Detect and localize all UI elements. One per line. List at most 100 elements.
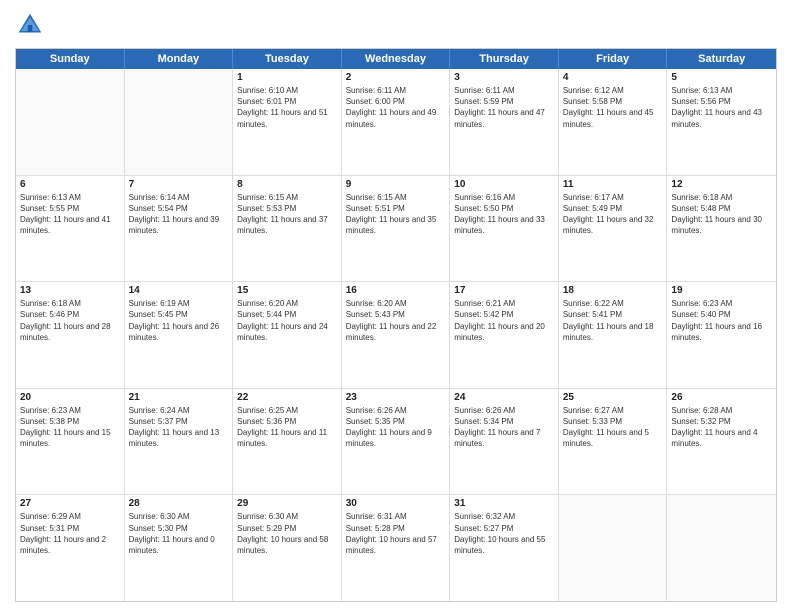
header [15, 10, 777, 40]
header-day-thursday: Thursday [450, 49, 559, 69]
day-cell-19: 19Sunrise: 6:23 AM Sunset: 5:40 PM Dayli… [667, 282, 776, 388]
day-detail: Sunrise: 6:31 AM Sunset: 5:28 PM Dayligh… [346, 511, 446, 556]
day-detail: Sunrise: 6:16 AM Sunset: 5:50 PM Dayligh… [454, 192, 554, 237]
day-detail: Sunrise: 6:32 AM Sunset: 5:27 PM Dayligh… [454, 511, 554, 556]
day-cell-7: 7Sunrise: 6:14 AM Sunset: 5:54 PM Daylig… [125, 176, 234, 282]
day-cell-5: 5 Sunrise: 6:13 AM Sunset: 5:56 PM Daylig… [667, 69, 776, 175]
day-number: 28 [129, 498, 229, 509]
day-number: 5 [671, 72, 772, 83]
day-cell-15: 15 Sunrise: 6:20 AM Sunset: 5:44 PM Dayli… [233, 282, 342, 388]
empty-cell [125, 69, 234, 175]
day-number: 16 [346, 285, 446, 296]
day-cell-8: 8 Sunrise: 6:15 AM Sunset: 5:53 PM Daylig… [233, 176, 342, 282]
day-cell-24: 24 Sunrise: 6:26 AM Sunset: 5:34 PM Dayli… [450, 389, 559, 495]
day-number: 15 [237, 285, 337, 296]
day-number: 6 [20, 179, 120, 190]
day-detail: Sunrise: 6:11 AM Sunset: 6:00 PM Dayligh… [346, 85, 446, 130]
empty-cell [559, 495, 668, 601]
day-number: 11 [563, 179, 663, 190]
day-number: 9 [346, 179, 446, 190]
day-detail: Sunrise: 6:15 AM Sunset: 5:53 PM Dayligh… [237, 192, 337, 237]
day-detail: Sunrise: 6:18 AM Sunset: 5:46 PM Dayligh… [20, 298, 120, 343]
day-detail: Sunrise: 6:20 AM Sunset: 5:43 PM Dayligh… [346, 298, 446, 343]
day-number: 17 [454, 285, 554, 296]
day-cell-21: 21 Sunrise: 6:24 AM Sunset: 5:37 PM Dayli… [125, 389, 234, 495]
day-detail: Sunrise: 6:13 AM Sunset: 5:56 PM Dayligh… [671, 85, 772, 130]
day-detail: Sunrise: 6:15 AM Sunset: 5:51 PM Dayligh… [346, 192, 446, 237]
day-number: 12 [671, 179, 772, 190]
day-detail: Sunrise: 6:22 AM Sunset: 5:41 PM Dayligh… [563, 298, 663, 343]
day-cell-27: 27Sunrise: 6:29 AM Sunset: 5:31 PM Dayli… [16, 495, 125, 601]
day-cell-20: 20 Sunrise: 6:23 AM Sunset: 5:38 PM Dayli… [16, 389, 125, 495]
day-number: 14 [129, 285, 229, 296]
day-cell-11: 11Sunrise: 6:17 AM Sunset: 5:49 PM Dayli… [559, 176, 668, 282]
day-cell-9: 9 Sunrise: 6:15 AM Sunset: 5:51 PM Daylig… [342, 176, 451, 282]
day-number: 7 [129, 179, 229, 190]
day-cell-25: 25 Sunrise: 6:27 AM Sunset: 5:33 PM Dayli… [559, 389, 668, 495]
calendar-week-4: 20 Sunrise: 6:23 AM Sunset: 5:38 PM Dayli… [16, 388, 776, 495]
day-detail: Sunrise: 6:24 AM Sunset: 5:37 PM Dayligh… [129, 405, 229, 450]
day-detail: Sunrise: 6:26 AM Sunset: 5:35 PM Dayligh… [346, 405, 446, 450]
calendar-week-2: 6 Sunrise: 6:13 AM Sunset: 5:55 PM Daylig… [16, 175, 776, 282]
day-detail: Sunrise: 6:13 AM Sunset: 5:55 PM Dayligh… [20, 192, 120, 237]
calendar: SundayMondayTuesdayWednesdayThursdayFrid… [15, 48, 777, 602]
logo [15, 10, 49, 40]
day-number: 3 [454, 72, 554, 83]
day-detail: Sunrise: 6:23 AM Sunset: 5:38 PM Dayligh… [20, 405, 120, 450]
empty-cell [667, 495, 776, 601]
day-cell-10: 10 Sunrise: 6:16 AM Sunset: 5:50 PM Dayli… [450, 176, 559, 282]
day-cell-14: 14 Sunrise: 6:19 AM Sunset: 5:45 PM Dayli… [125, 282, 234, 388]
day-detail: Sunrise: 6:23 AM Sunset: 5:40 PM Dayligh… [671, 298, 772, 343]
day-detail: Sunrise: 6:20 AM Sunset: 5:44 PM Dayligh… [237, 298, 337, 343]
day-cell-18: 18 Sunrise: 6:22 AM Sunset: 5:41 PM Dayli… [559, 282, 668, 388]
day-number: 26 [671, 392, 772, 403]
day-number: 1 [237, 72, 337, 83]
day-number: 24 [454, 392, 554, 403]
day-cell-1: 1 Sunrise: 6:10 AM Sunset: 6:01 PM Daylig… [233, 69, 342, 175]
day-number: 8 [237, 179, 337, 190]
day-cell-28: 28 Sunrise: 6:30 AM Sunset: 5:30 PM Dayli… [125, 495, 234, 601]
day-number: 25 [563, 392, 663, 403]
day-cell-3: 3 Sunrise: 6:11 AM Sunset: 5:59 PM Daylig… [450, 69, 559, 175]
day-detail: Sunrise: 6:25 AM Sunset: 5:36 PM Dayligh… [237, 405, 337, 450]
day-detail: Sunrise: 6:19 AM Sunset: 5:45 PM Dayligh… [129, 298, 229, 343]
day-cell-13: 13 Sunrise: 6:18 AM Sunset: 5:46 PM Dayli… [16, 282, 125, 388]
day-number: 2 [346, 72, 446, 83]
day-detail: Sunrise: 6:30 AM Sunset: 5:29 PM Dayligh… [237, 511, 337, 556]
day-detail: Sunrise: 6:21 AM Sunset: 5:42 PM Dayligh… [454, 298, 554, 343]
day-detail: Sunrise: 6:28 AM Sunset: 5:32 PM Dayligh… [671, 405, 772, 450]
header-day-friday: Friday [559, 49, 668, 69]
day-cell-6: 6 Sunrise: 6:13 AM Sunset: 5:55 PM Daylig… [16, 176, 125, 282]
day-detail: Sunrise: 6:30 AM Sunset: 5:30 PM Dayligh… [129, 511, 229, 556]
day-number: 27 [20, 498, 120, 509]
day-detail: Sunrise: 6:26 AM Sunset: 5:34 PM Dayligh… [454, 405, 554, 450]
day-number: 21 [129, 392, 229, 403]
header-day-monday: Monday [125, 49, 234, 69]
day-cell-22: 22 Sunrise: 6:25 AM Sunset: 5:36 PM Dayli… [233, 389, 342, 495]
day-cell-29: 29 Sunrise: 6:30 AM Sunset: 5:29 PM Dayli… [233, 495, 342, 601]
calendar-header: SundayMondayTuesdayWednesdayThursdayFrid… [16, 49, 776, 69]
day-cell-17: 17 Sunrise: 6:21 AM Sunset: 5:42 PM Dayli… [450, 282, 559, 388]
day-cell-4: 4Sunrise: 6:12 AM Sunset: 5:58 PM Daylig… [559, 69, 668, 175]
day-cell-16: 16 Sunrise: 6:20 AM Sunset: 5:43 PM Dayli… [342, 282, 451, 388]
day-number: 22 [237, 392, 337, 403]
header-day-sunday: Sunday [16, 49, 125, 69]
day-number: 20 [20, 392, 120, 403]
day-detail: Sunrise: 6:11 AM Sunset: 5:59 PM Dayligh… [454, 85, 554, 130]
day-cell-12: 12Sunrise: 6:18 AM Sunset: 5:48 PM Dayli… [667, 176, 776, 282]
day-number: 13 [20, 285, 120, 296]
day-number: 23 [346, 392, 446, 403]
calendar-week-1: 1 Sunrise: 6:10 AM Sunset: 6:01 PM Daylig… [16, 69, 776, 175]
day-number: 29 [237, 498, 337, 509]
day-detail: Sunrise: 6:12 AM Sunset: 5:58 PM Dayligh… [563, 85, 663, 130]
day-detail: Sunrise: 6:27 AM Sunset: 5:33 PM Dayligh… [563, 405, 663, 450]
day-number: 10 [454, 179, 554, 190]
header-day-saturday: Saturday [667, 49, 776, 69]
header-day-tuesday: Tuesday [233, 49, 342, 69]
day-number: 30 [346, 498, 446, 509]
calendar-body: 1 Sunrise: 6:10 AM Sunset: 6:01 PM Daylig… [16, 69, 776, 601]
day-number: 31 [454, 498, 554, 509]
page: SundayMondayTuesdayWednesdayThursdayFrid… [0, 0, 792, 612]
day-number: 18 [563, 285, 663, 296]
day-detail: Sunrise: 6:10 AM Sunset: 6:01 PM Dayligh… [237, 85, 337, 130]
